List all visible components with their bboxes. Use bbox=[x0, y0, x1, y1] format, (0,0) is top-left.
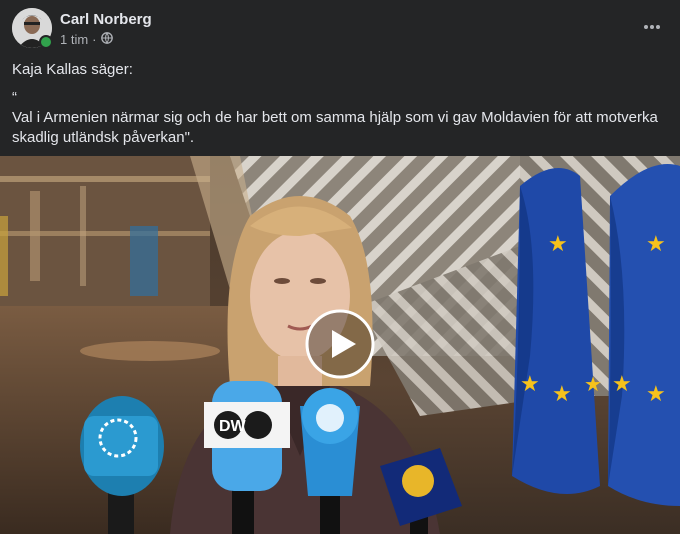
dw-logo: DW bbox=[219, 418, 247, 435]
play-button[interactable] bbox=[304, 308, 376, 380]
post-text-line: “ bbox=[12, 89, 17, 106]
avatar[interactable] bbox=[12, 8, 53, 49]
author-name[interactable]: Carl Norberg bbox=[60, 11, 152, 28]
post-meta: 1 tim · bbox=[60, 32, 113, 47]
globe-icon bbox=[100, 32, 113, 47]
online-status-dot bbox=[39, 35, 53, 49]
post-card: Carl Norberg 1 tim · Kaja Kallas säger: … bbox=[0, 0, 680, 534]
eu-flag-right: ★ ★ ★ bbox=[608, 164, 680, 506]
svg-text:★: ★ bbox=[552, 382, 572, 407]
post-text: Kaja Kallas säger: “ Val i Armenien närm… bbox=[12, 60, 668, 148]
post-text-line: Kaja Kallas säger: bbox=[12, 61, 133, 78]
meta-separator: · bbox=[92, 32, 97, 47]
post-time[interactable]: 1 tim bbox=[60, 32, 88, 47]
post-text-line: Val i Armenien närmar sig och de har bet… bbox=[12, 109, 658, 146]
svg-text:★: ★ bbox=[646, 382, 666, 407]
more-options-icon bbox=[644, 25, 660, 29]
svg-text:★: ★ bbox=[646, 232, 666, 257]
svg-text:★: ★ bbox=[520, 372, 540, 397]
more-options-button[interactable] bbox=[634, 12, 670, 42]
post-header: Carl Norberg 1 tim · bbox=[0, 0, 680, 56]
svg-text:★: ★ bbox=[612, 372, 632, 397]
svg-text:★: ★ bbox=[584, 372, 602, 396]
play-icon bbox=[305, 309, 375, 379]
svg-text:★: ★ bbox=[548, 232, 568, 257]
